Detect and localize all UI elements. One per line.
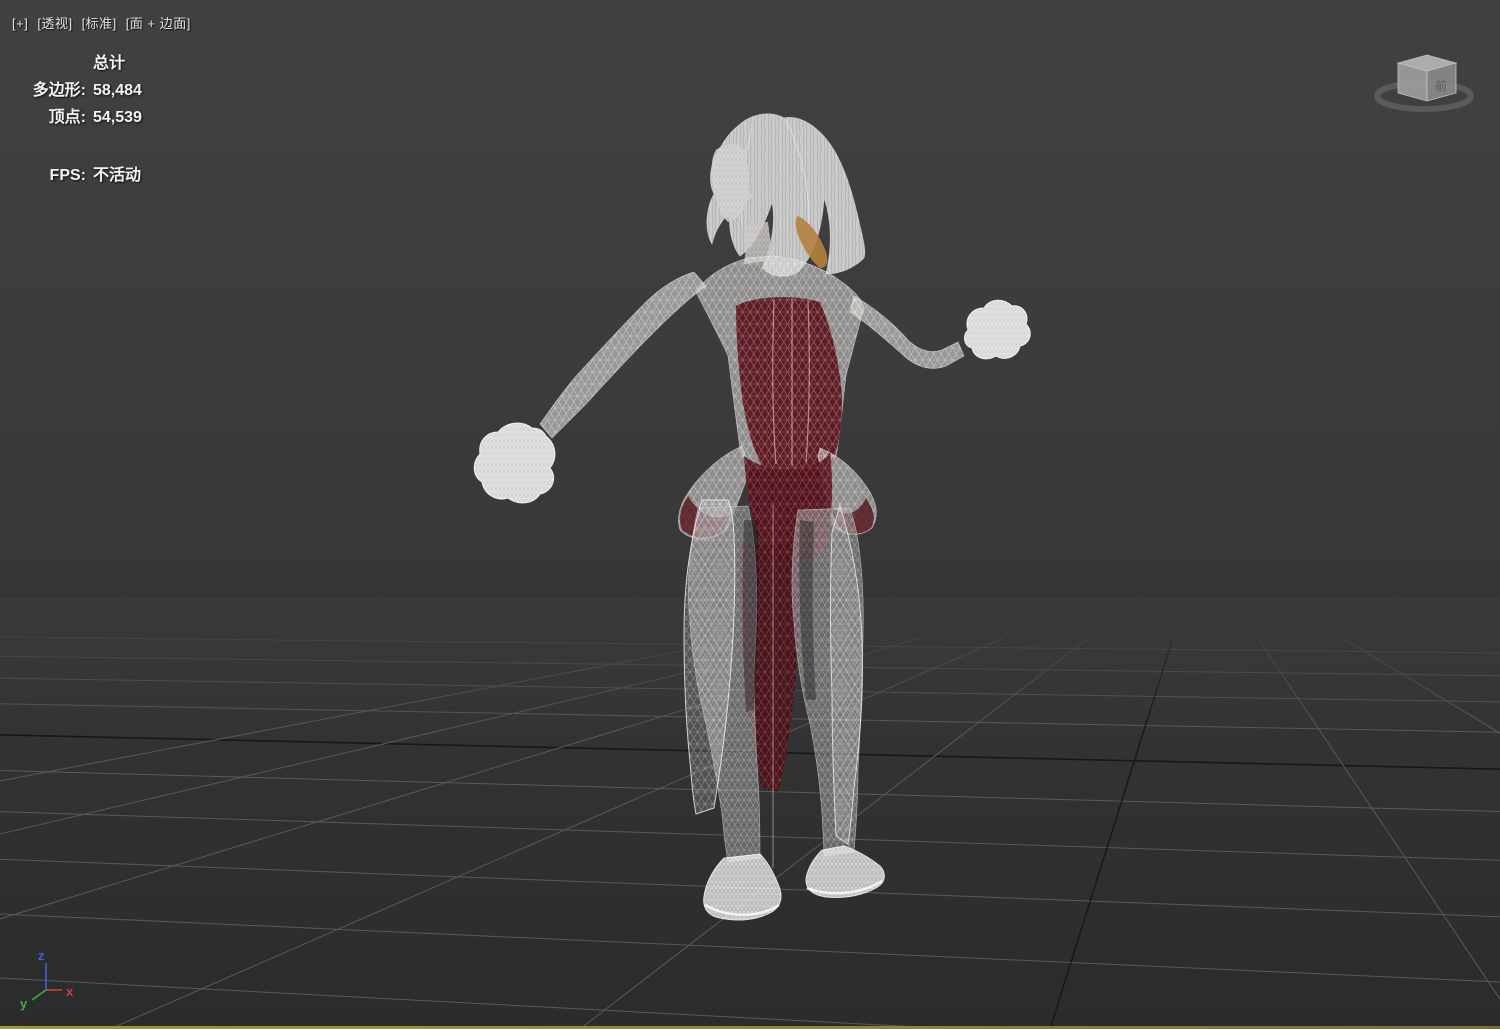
stats-fps-label: FPS:: [49, 167, 86, 184]
viewport-menu-general[interactable]: [+]: [12, 16, 28, 31]
viewcube-face-label: 前: [1435, 78, 1447, 93]
viewport-menu-shading[interactable]: [面 + 边面]: [126, 16, 191, 31]
axis-z-label: z: [38, 948, 45, 963]
viewport-canvas[interactable]: 前 z x y: [0, 0, 1500, 1029]
stats-polygons-label: 多边形:: [32, 82, 86, 99]
viewcube[interactable]: 前: [1374, 54, 1474, 112]
character-model-wireframe[interactable]: [473, 113, 1031, 921]
stats-polygons-value: 58,484: [93, 82, 142, 99]
stats-fps-row: FPS: 不活动: [18, 162, 142, 189]
stats-vertices-row: 顶点: 54,539: [18, 104, 142, 131]
3d-viewport[interactable]: 前 z x y [+] [透视] [标准] [面 + 边面] 总计 多边形: 58,4…: [0, 0, 1500, 1029]
model-torso: [695, 255, 865, 475]
stats-polygons-row: 多边形: 58,484: [18, 77, 142, 104]
viewport-menu-standard[interactable]: [标准]: [82, 16, 117, 31]
model-left-shoe: [703, 853, 782, 921]
model-left-arm: [539, 271, 707, 439]
model-right-hand: [964, 299, 1031, 360]
stats-vertices-value: 54,539: [93, 109, 142, 126]
viewport-menu-pov[interactable]: [透视]: [37, 16, 72, 31]
viewport-label-menus: [+] [透视] [标准] [面 + 边面]: [12, 13, 200, 32]
axis-y-label: y: [20, 996, 28, 1011]
stats-title: 总计: [93, 55, 126, 72]
model-left-hand: [473, 422, 556, 504]
model-right-shoe: [805, 845, 885, 899]
viewport-statistics: 总计 多边形: 58,484 顶点: 54,539 FPS: 不活动: [18, 50, 142, 189]
axis-x-label: x: [66, 984, 74, 999]
stats-fps-value: 不活动: [93, 167, 142, 184]
stats-title-row: 总计: [18, 50, 142, 77]
model-right-arm: [849, 295, 965, 369]
stats-vertices-label: 顶点:: [48, 109, 86, 126]
axis-y-line: [31, 989, 47, 1001]
